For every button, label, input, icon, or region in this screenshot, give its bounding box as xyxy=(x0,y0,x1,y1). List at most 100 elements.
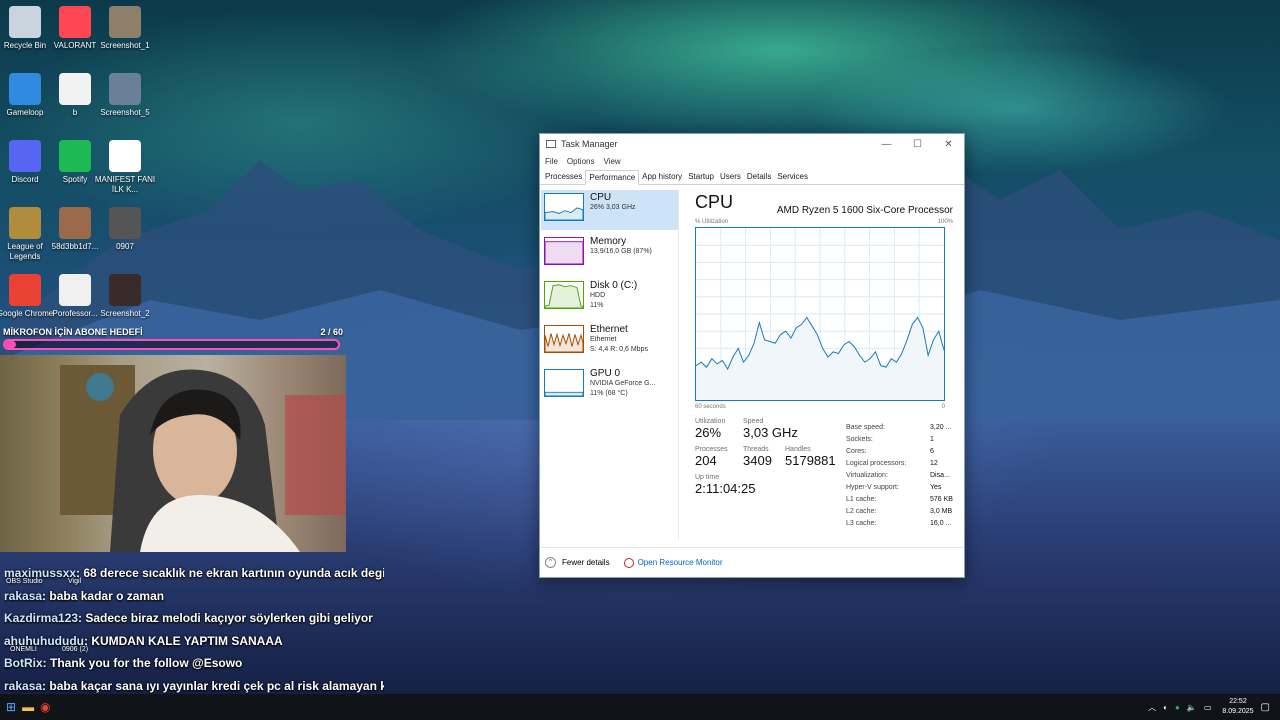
graph-bottom-labels: 60 seconds 0 xyxy=(695,404,945,410)
window-controls: — ☐ ✕ xyxy=(871,139,964,150)
chevron-up-icon[interactable]: ⌃ xyxy=(545,557,556,568)
obs-studio-label: OBS Studio xyxy=(6,578,43,585)
resource-sparkline xyxy=(544,237,584,265)
desktop-icon[interactable]: 0907 xyxy=(93,207,157,252)
utilization-label: Utilization xyxy=(695,418,726,425)
chat-text: : baba kaçar sana ıyı yayınlar kredi çek… xyxy=(42,678,384,693)
resource-item-ethernet[interactable]: Ethernet Ethernet S: 4,4 R: 0,6 Mbps xyxy=(541,322,678,362)
tab-users[interactable]: Users xyxy=(717,170,744,184)
tab-performance[interactable]: Performance xyxy=(585,170,640,185)
threads-value: 3409 xyxy=(743,453,772,468)
spec-value: Yes xyxy=(930,484,942,491)
chat-text: : baba kadar o zaman xyxy=(42,588,165,603)
chat-message: BotRix: Thank you for the follow @Esowo xyxy=(4,652,384,675)
network-icon[interactable]: ▭ xyxy=(1204,703,1212,712)
handles-label: Handles xyxy=(785,446,811,453)
resource-sub2: S: 4,4 R: 0,6 Mbps xyxy=(590,346,648,353)
spec-row: Base speed: 3,20 ... xyxy=(846,424,956,436)
chevron-up-tray-icon[interactable]: ︿ xyxy=(1148,702,1156,713)
utilization-value: 26% xyxy=(695,425,722,440)
spec-value: 576 KB xyxy=(930,496,953,503)
tab-details[interactable]: Details xyxy=(744,170,774,184)
resource-sub1: HDD xyxy=(590,292,606,299)
chat-text: : 68 derece sıcaklık ne ekran kartının o… xyxy=(76,566,384,580)
resource-list: CPU 26% 3,03 GHz Memory 13,9/16,0 GB (87%) D… xyxy=(541,190,679,540)
tab-bar: Processes Performance App history Startup Us… xyxy=(540,170,964,185)
file-explorer-icon[interactable]: ▬ xyxy=(22,700,34,714)
fewer-details-button[interactable]: Fewer details xyxy=(562,558,610,567)
resource-item-cpu[interactable]: CPU 26% 3,03 GHz xyxy=(541,190,678,230)
cpu-utilization-graph xyxy=(695,227,945,401)
spec-key: Sockets: xyxy=(846,436,873,443)
desktop-icon[interactable]: Screenshot_5 xyxy=(93,73,157,118)
chat-message: ahuhuhududu: KUMDAN KALE YAPTIM SANAAA xyxy=(4,630,384,653)
open-resource-monitor-link[interactable]: Open Resource Monitor xyxy=(638,558,723,567)
spec-row: Sockets: 1 xyxy=(846,436,956,448)
menu-view[interactable]: View xyxy=(603,157,620,166)
resource-item-memory[interactable]: Memory 13,9/16,0 GB (87%) xyxy=(541,234,678,274)
menu-options[interactable]: Options xyxy=(567,157,595,166)
tab-startup[interactable]: Startup xyxy=(685,170,717,184)
spec-key: L3 cache: xyxy=(846,520,877,527)
resource-name: Ethernet xyxy=(590,324,628,335)
time-axis-label: 60 seconds xyxy=(695,404,726,410)
resource-sparkline xyxy=(544,281,584,309)
desktop-icon[interactable]: MANIFEST FANI İLK K... xyxy=(93,140,157,195)
image-thumbnail-icon xyxy=(59,207,91,239)
spec-key: Hyper-V support: xyxy=(846,484,899,491)
processes-label: Processes xyxy=(695,446,728,453)
spec-key: L2 cache: xyxy=(846,508,877,515)
chat-username: rakasa xyxy=(4,588,43,603)
desktop-icon-label: 0907 xyxy=(116,242,134,251)
chat-username: BotRix xyxy=(4,656,43,670)
image-thumbnail-icon xyxy=(109,6,141,38)
notification-icon[interactable]: ▢ xyxy=(1261,702,1270,713)
spec-row: Logical processors: 12 xyxy=(846,460,956,472)
sub-goal-progress-bar xyxy=(3,339,340,350)
chat-username: rakasa xyxy=(4,678,43,693)
tab-processes[interactable]: Processes xyxy=(542,170,585,184)
video-file-icon xyxy=(109,140,141,172)
title-bar[interactable]: Task Manager — ☐ ✕ xyxy=(540,134,964,154)
discord-tray-icon[interactable]: ◐ xyxy=(1163,703,1168,712)
spec-value: 16,0 ... xyxy=(930,520,952,527)
volume-icon[interactable]: 🔈 xyxy=(1187,703,1197,712)
resource-name: GPU 0 xyxy=(590,368,621,379)
menu-bar: File Options View xyxy=(540,154,964,169)
maximize-icon[interactable]: ☐ xyxy=(902,139,933,150)
webcam-feed xyxy=(0,355,346,552)
processes-value: 204 xyxy=(695,453,717,468)
spotify-tray-icon[interactable]: ● xyxy=(1175,703,1180,712)
spec-value: 6 xyxy=(930,448,934,455)
speed-value: 3,03 GHz xyxy=(743,425,798,440)
util-axis-max: 100% xyxy=(937,219,953,225)
spec-key: Logical processors: xyxy=(846,460,907,467)
desktop-icon[interactable]: Screenshot_2 xyxy=(93,274,157,319)
utilization-stat: Utilization 26% xyxy=(695,418,743,446)
resource-text: GPU 0 NVIDIA GeForce G... 11% (68 °C) xyxy=(590,369,655,403)
close-icon[interactable]: ✕ xyxy=(933,139,964,150)
tab-app-history[interactable]: App history xyxy=(639,170,685,184)
sub-goal-count: 2 / 60 xyxy=(320,327,343,337)
spec-key: Base speed: xyxy=(846,424,885,431)
resource-item-gpu[interactable]: GPU 0 NVIDIA GeForce G... 11% (68 °C) xyxy=(541,366,678,406)
desktop-icon-label: Screenshot_2 xyxy=(100,309,150,318)
resource-item-disk[interactable]: Disk 0 (C:) HDD 11% xyxy=(541,278,678,318)
spec-value: 3,0 MB xyxy=(930,508,953,515)
minimize-icon[interactable]: — xyxy=(871,139,902,150)
spec-row: Hyper-V support: Yes xyxy=(846,484,956,496)
windows-start-icon[interactable]: ⊞ xyxy=(6,700,16,714)
spec-key: L1 cache: xyxy=(846,496,877,503)
chrome-taskbar-icon[interactable]: ◉ xyxy=(40,700,50,714)
desktop-icon[interactable]: Screenshot_1 xyxy=(93,6,157,51)
resource-sub2: 11% xyxy=(590,302,604,309)
tab-services[interactable]: Services xyxy=(774,170,811,184)
resource-text: Memory 13,9/16,0 GB (87%) xyxy=(590,237,652,271)
file-0906-label: 0906 (2) xyxy=(62,646,89,653)
spec-row: L2 cache: 3,0 MB xyxy=(846,508,956,520)
menu-file[interactable]: File xyxy=(545,157,558,166)
gameloop-icon xyxy=(9,73,41,105)
clock[interactable]: 22:52 8.09.2025 xyxy=(1222,697,1253,717)
recycle-bin-icon xyxy=(9,6,41,38)
processes-stat: Processes 204 xyxy=(695,446,743,474)
